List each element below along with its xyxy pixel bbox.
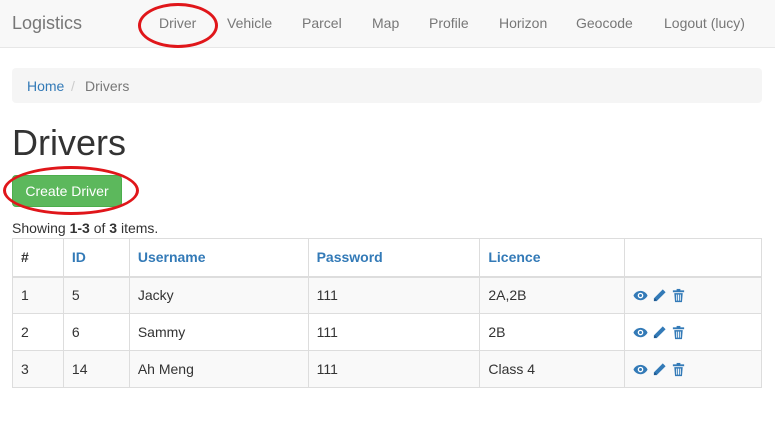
cell-licence: Class 4	[479, 350, 626, 388]
nav-item-horizon[interactable]: Horizon	[499, 15, 547, 31]
eye-icon[interactable]	[633, 288, 648, 303]
page-title: Drivers	[12, 122, 126, 163]
cell-username: Jacky	[128, 276, 309, 314]
column-header-id[interactable]: ID	[62, 238, 130, 278]
summary-prefix: Showing	[12, 220, 70, 236]
pencil-icon[interactable]	[652, 362, 667, 377]
trash-icon[interactable]	[671, 362, 686, 377]
create-driver-button[interactable]: Create Driver	[12, 175, 122, 207]
nav-item-profile[interactable]: Profile	[429, 15, 469, 31]
cell-id: 14	[62, 350, 130, 388]
drivers-table: # ID Username Password Licence 1 5 Jacky…	[12, 238, 762, 388]
summary-middle: of	[89, 220, 110, 236]
nav-item-driver[interactable]: Driver	[159, 15, 196, 31]
column-header-number: #	[12, 238, 64, 278]
cell-actions	[624, 350, 762, 388]
cell-id: 6	[62, 313, 130, 351]
cell-number: 2	[12, 313, 64, 351]
eye-icon[interactable]	[633, 325, 648, 340]
eye-icon[interactable]	[633, 362, 648, 377]
table-row: 2 6 Sammy 111 2B	[12, 313, 762, 351]
column-header-password[interactable]: Password	[307, 238, 481, 278]
cell-password: 111	[307, 350, 481, 388]
cell-username: Ah Meng	[128, 350, 309, 388]
nav-item-geocode[interactable]: Geocode	[576, 15, 633, 31]
table-row: 3 14 Ah Meng 111 Class 4	[12, 350, 762, 388]
cell-password: 111	[307, 276, 481, 314]
column-header-username[interactable]: Username	[128, 238, 309, 278]
breadcrumb-current: Drivers	[85, 78, 130, 94]
breadcrumb: Home / Drivers	[12, 68, 762, 103]
cell-username: Sammy	[128, 313, 309, 351]
nav-item-logout[interactable]: Logout (lucy)	[664, 15, 745, 31]
navbar: Logistics Driver Vehicle Parcel Map Prof…	[0, 0, 775, 48]
summary-total: 3	[109, 220, 118, 236]
trash-icon[interactable]	[671, 288, 686, 303]
cell-licence: 2B	[479, 313, 626, 351]
cell-password: 111	[307, 313, 481, 351]
cell-actions	[624, 313, 762, 351]
summary-suffix: items.	[117, 220, 159, 236]
breadcrumb-home-link[interactable]: Home	[27, 78, 64, 94]
nav-item-vehicle[interactable]: Vehicle	[227, 15, 272, 31]
summary-range: 1-3	[69, 220, 90, 236]
brand-logo[interactable]: Logistics	[12, 13, 82, 34]
table-row: 1 5 Jacky 111 2A,2B	[12, 276, 762, 314]
nav-item-map[interactable]: Map	[372, 15, 399, 31]
summary-text: Showing 1-3 of 3 items.	[12, 220, 158, 236]
cell-actions	[624, 276, 762, 314]
cell-licence: 2A,2B	[479, 276, 626, 314]
pencil-icon[interactable]	[652, 288, 667, 303]
breadcrumb-separator: /	[71, 78, 75, 94]
cell-number: 1	[12, 276, 64, 314]
pencil-icon[interactable]	[652, 325, 667, 340]
trash-icon[interactable]	[671, 325, 686, 340]
nav-item-parcel[interactable]: Parcel	[302, 15, 342, 31]
cell-number: 3	[12, 350, 64, 388]
cell-id: 5	[62, 276, 130, 314]
column-header-actions	[624, 238, 762, 278]
table-header-row: # ID Username Password Licence	[12, 238, 762, 278]
column-header-licence[interactable]: Licence	[479, 238, 626, 278]
